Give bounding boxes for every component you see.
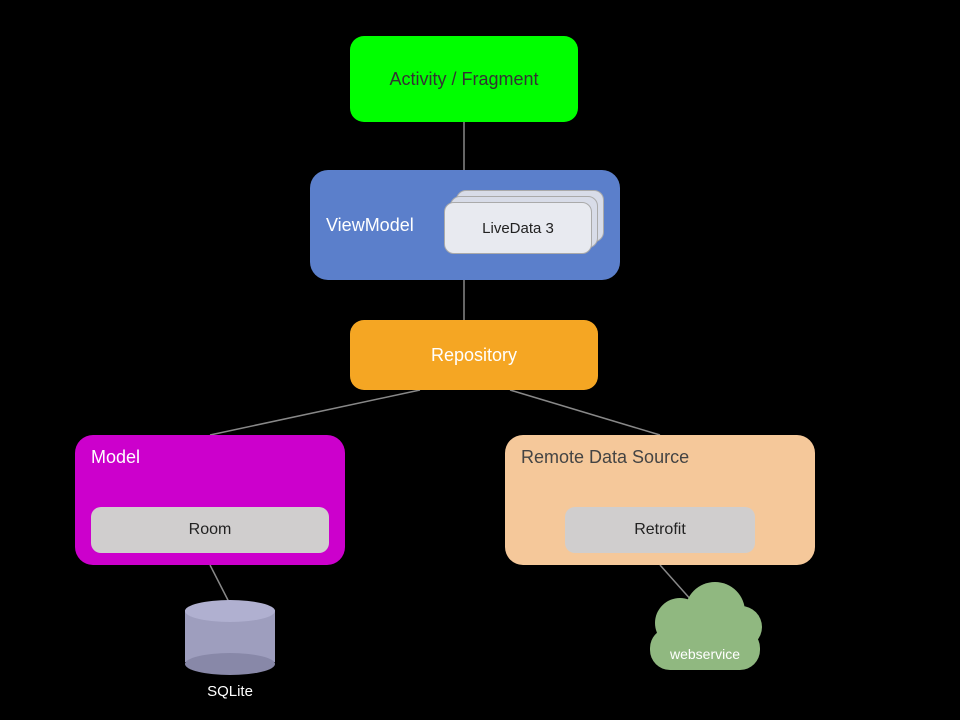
sqlite-container: SQLite <box>185 600 275 700</box>
room-label: Room <box>189 521 232 539</box>
viewmodel-box: ViewModel LiveData 3 <box>310 170 620 280</box>
sqlite-label: SQLite <box>207 683 253 700</box>
livedata-card-front: LiveData 3 <box>444 202 592 254</box>
remote-datasource-box: Remote Data Source Retrofit <box>505 435 815 565</box>
livedata-label: LiveData 3 <box>482 220 554 237</box>
viewmodel-label: ViewModel <box>326 215 414 236</box>
repository-label: Repository <box>431 345 517 366</box>
room-box: Room <box>91 507 329 553</box>
webservice-label: webservice <box>640 646 770 662</box>
sqlite-cylinder <box>185 600 275 665</box>
retrofit-box: Retrofit <box>565 507 755 553</box>
webservice-cloud: webservice <box>640 600 770 670</box>
remote-datasource-label: Remote Data Source <box>521 447 799 468</box>
model-label: Model <box>91 447 329 468</box>
retrofit-label: Retrofit <box>634 521 686 539</box>
livedata-stack: LiveData 3 <box>444 190 604 260</box>
cylinder-top <box>185 600 275 622</box>
architecture-diagram: Activity / Fragment ViewModel LiveData 3… <box>0 0 960 720</box>
activity-fragment-label: Activity / Fragment <box>389 69 538 90</box>
activity-fragment-box: Activity / Fragment <box>350 36 578 122</box>
cylinder-bottom <box>185 653 275 675</box>
webservice-container: webservice <box>640 600 770 670</box>
model-box: Model Room <box>75 435 345 565</box>
repository-box: Repository <box>350 320 598 390</box>
